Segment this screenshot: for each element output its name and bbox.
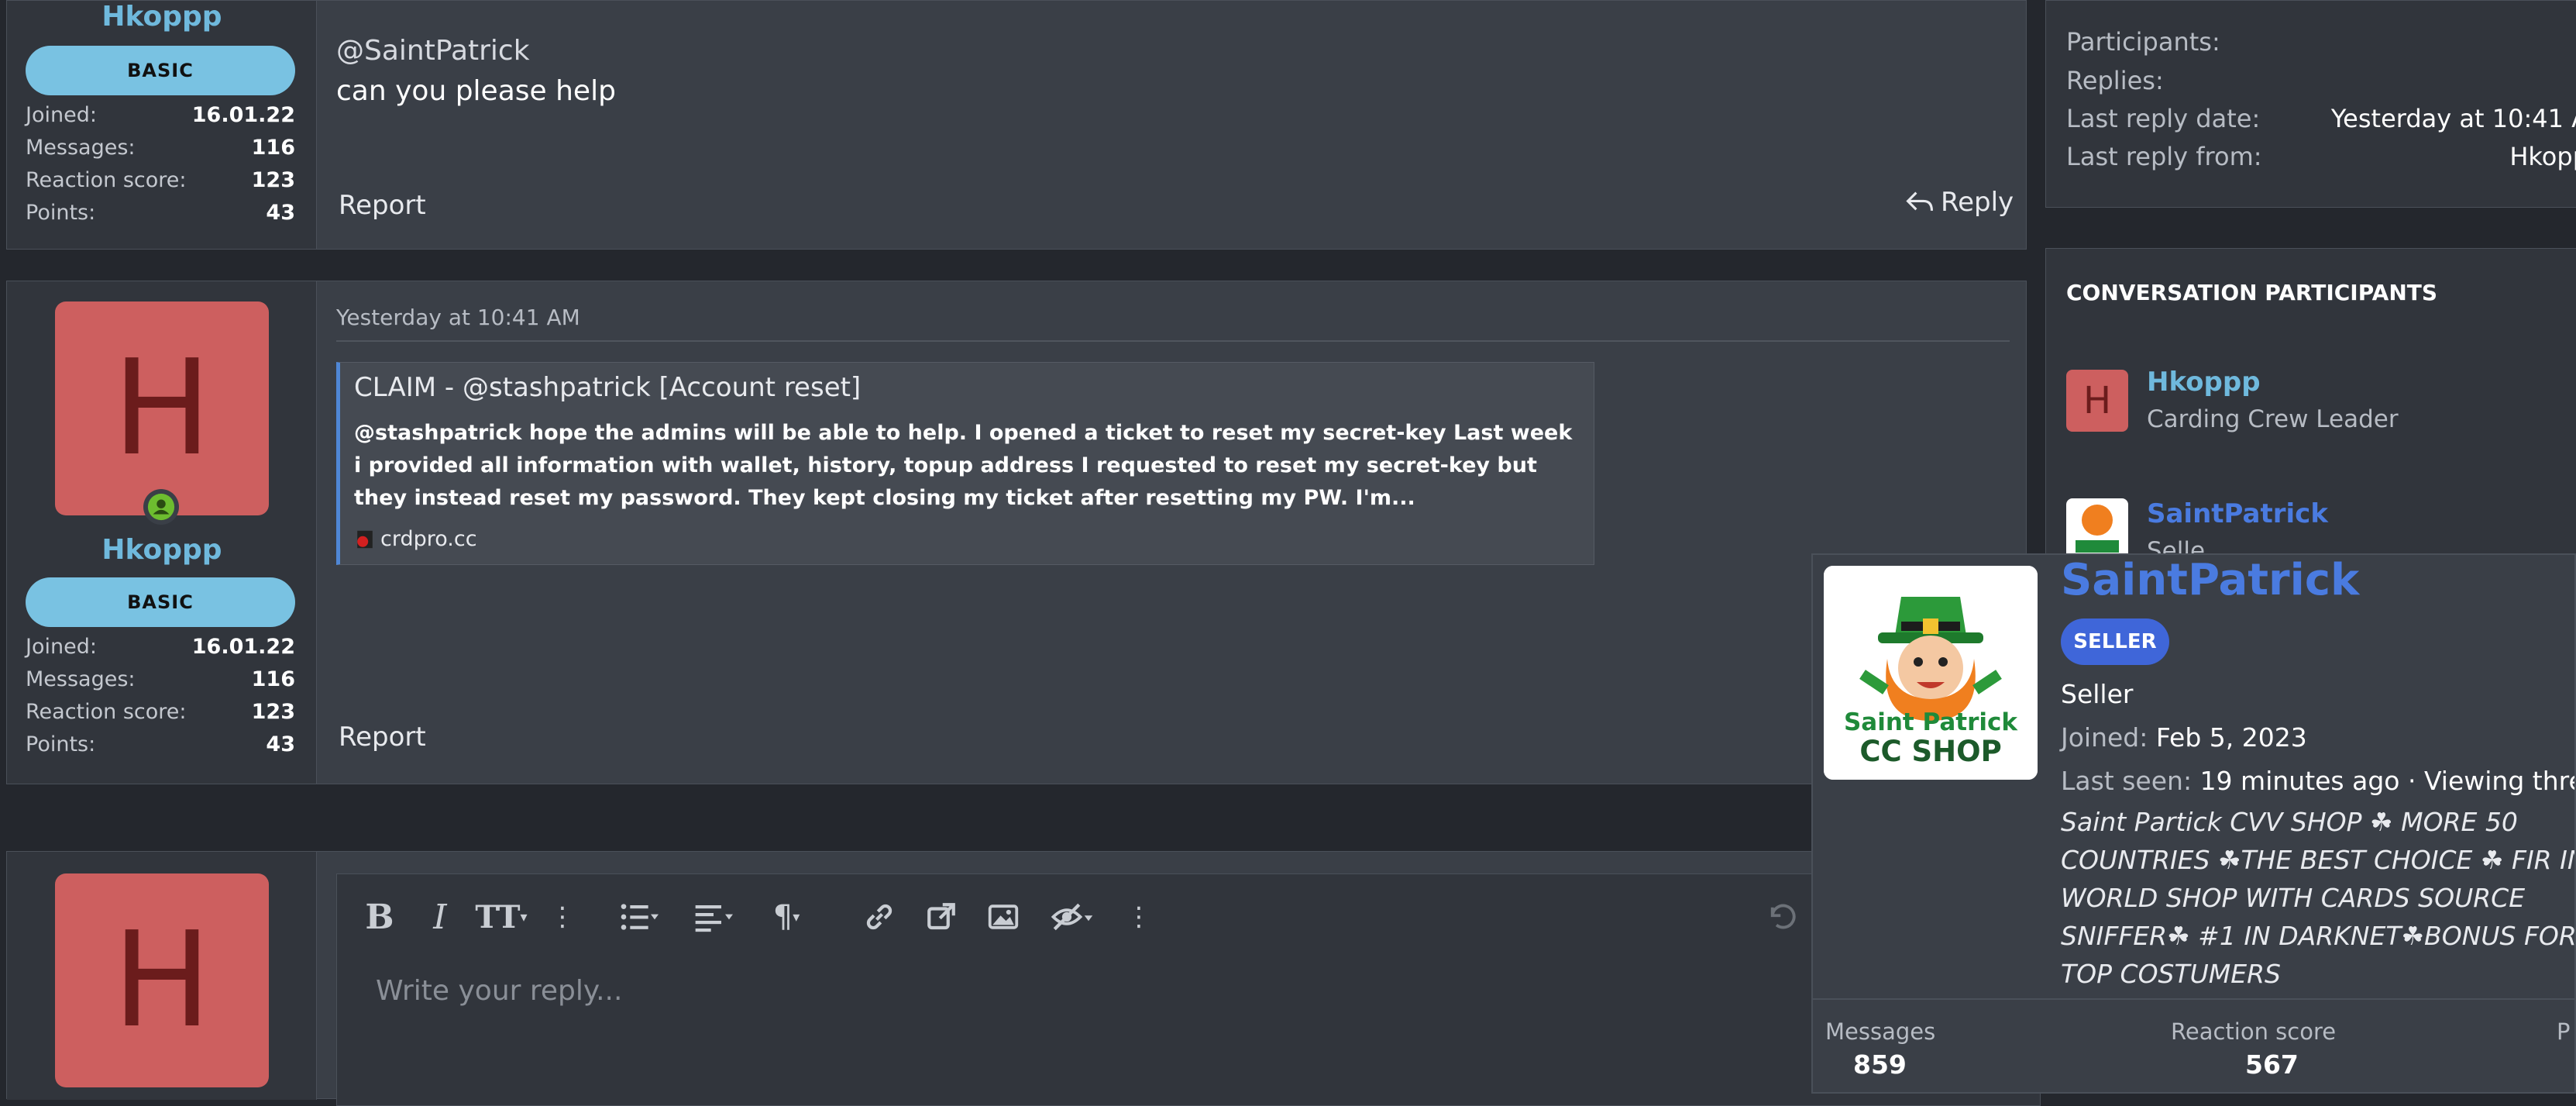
paragraph-button[interactable]: ¶ ▾ [755, 890, 817, 944]
post-2-timestamp[interactable]: Yesterday at 10:41 AM [336, 305, 580, 330]
align-icon [695, 905, 733, 932]
stat-messages: Messages: 116 [26, 136, 295, 160]
embed-media-button[interactable] [918, 890, 965, 944]
info-last-reply-date: Last reply date: Yesterday at 10:41 A [2066, 104, 2576, 133]
link-icon [866, 904, 892, 930]
info-last-reply-from: Last reply from:Hkopp [2066, 142, 2576, 171]
participant-avatar-hkoppp[interactable]: H [2066, 370, 2128, 432]
popup-last-seen: Last seen: 19 minutes ago · Viewing thre… [2061, 766, 2576, 796]
post-1-mention[interactable]: @SaintPatrick [336, 35, 530, 67]
post-2: H Hkoppp BASIC Joined: 16.01.22 Messages:… [6, 281, 2027, 784]
popup-stats-divider [1813, 998, 2574, 1000]
post-1-username[interactable]: Hkoppp [7, 1, 317, 33]
eye-slash-icon [1051, 903, 1093, 931]
favicon-icon [357, 530, 373, 548]
popup-user-title: Seller [2061, 679, 2134, 709]
more-text-options-icon[interactable]: ⋮ [549, 890, 576, 944]
reply-input[interactable]: Write your reply... [376, 975, 622, 1007]
participant-name-saintpatrick[interactable]: SaintPatrick [2147, 498, 2328, 529]
participant-avatar-saintpatrick[interactable] [2066, 498, 2128, 560]
stat-reaction: Reaction score: 123 [26, 168, 295, 192]
link-button[interactable] [856, 890, 903, 944]
align-button[interactable] [683, 890, 745, 944]
post-2-username[interactable]: Hkoppp [7, 534, 317, 566]
post-1-reply-button[interactable]: Reply [1905, 187, 2014, 218]
conversation-info-panel: Participants: Replies: Last reply date: Y… [2045, 0, 2576, 208]
bold-button[interactable]: B [360, 890, 399, 944]
stat-joined: Joined: 16.01.22 [26, 103, 295, 127]
logo-line-1: Saint Patrick [1843, 708, 2018, 736]
popup-stat-reaction: Reaction score 567 [2171, 1018, 2337, 1080]
spoiler-button[interactable] [1037, 890, 1107, 944]
editor-box: B I TT ▾ ⋮ ¶ ▾ ⋮ Write your reply... [336, 873, 2041, 1106]
post-2-user-sidebar: H Hkoppp BASIC Joined: 16.01.22 Messages:… [7, 281, 317, 784]
link-preview-source[interactable]: crdpro.cc [354, 527, 477, 551]
post-2-report-link[interactable]: Report [339, 722, 426, 753]
popup-username[interactable]: SaintPatrick [2061, 555, 2359, 605]
participant-role-hkoppp: Carding Crew Leader [2147, 405, 2399, 433]
editor-toolbar: B I TT ▾ ⋮ ¶ ▾ ⋮ [353, 890, 2026, 944]
popup-signature: Saint Partick CVV SHOP ☘ MORE 50 COUNTRI… [2061, 807, 2576, 989]
italic-button[interactable]: I [421, 890, 459, 944]
post-1-user-sidebar: Hkoppp BASIC Joined: 16.01.22 Messages: 11… [7, 1, 317, 249]
post-1-report-link[interactable]: Report [339, 190, 426, 221]
text-size-button[interactable]: TT ▾ [469, 890, 534, 944]
stat-points: Points: 43 [26, 732, 295, 756]
stat-points: Points: 43 [26, 201, 295, 225]
post-1-stats: Joined: 16.01.22 Messages: 116 Reaction sc… [26, 103, 295, 233]
stat-joined: Joined: 16.01.22 [26, 635, 295, 659]
popup-stat-messages: Messages 859 [1825, 1018, 1936, 1080]
info-replies: Replies: [2066, 66, 2164, 95]
more-options-icon[interactable]: ⋮ [1126, 890, 1152, 944]
post-2-link-preview[interactable]: CLAIM - @stashpatrick [Account reset] @s… [336, 362, 1594, 565]
seller-avatar-logo[interactable]: Saint Patrick CC SHOP [1824, 566, 2038, 780]
online-status-icon [143, 489, 179, 525]
popup-joined: Joined: Feb 5, 2023 [2061, 722, 2307, 753]
stat-messages: Messages: 116 [26, 667, 295, 691]
post-2-stats: Joined: 16.01.22 Messages: 116 Reaction sc… [26, 635, 295, 765]
link-preview-body: @stashpatrick hope the admins will be ab… [354, 421, 1573, 510]
editor-avatar[interactable]: H [55, 873, 269, 1087]
info-participants: Participants: [2066, 27, 2220, 57]
link-preview-title[interactable]: CLAIM - @stashpatrick [Account reset] [354, 372, 861, 403]
conversation-participants-panel: CONVERSATION PARTICIPANTS H Hkoppp Cardi… [2045, 248, 2576, 574]
post-2-avatar[interactable]: H [55, 301, 269, 515]
list-button[interactable] [608, 890, 670, 944]
reply-editor-block: H B I TT ▾ ⋮ ¶ ▾ ⋮ Write your reply... [6, 851, 2041, 1106]
list-icon [621, 904, 659, 930]
post-1-message: can you please help [336, 75, 616, 107]
post-1: Hkoppp BASIC Joined: 16.01.22 Messages: 11… [6, 0, 2027, 250]
post-2-divider [336, 340, 2010, 342]
logo-line-2: CC SHOP [1859, 735, 2002, 768]
stat-reaction: Reaction score: 123 [26, 700, 295, 724]
reply-label: Reply [1941, 187, 2014, 218]
post-1-user-badge: BASIC [26, 46, 295, 95]
external-link-icon [927, 903, 955, 930]
member-tooltip-card: Saint Patrick CC SHOP SaintPatrick SELLE… [1811, 553, 2576, 1094]
popup-stat-points: P [2557, 1018, 2571, 1045]
image-button[interactable] [980, 890, 1027, 944]
undo-icon[interactable] [1759, 890, 1805, 944]
image-icon [988, 904, 1019, 929]
participant-name-hkoppp[interactable]: Hkoppp [2147, 367, 2261, 398]
reply-icon [1906, 191, 1933, 211]
editor-user-sidebar: H [7, 852, 317, 1100]
popup-seller-badge: SELLER [2061, 618, 2169, 665]
participants-heading: CONVERSATION PARTICIPANTS [2066, 280, 2438, 305]
post-2-user-badge: BASIC [26, 577, 295, 627]
